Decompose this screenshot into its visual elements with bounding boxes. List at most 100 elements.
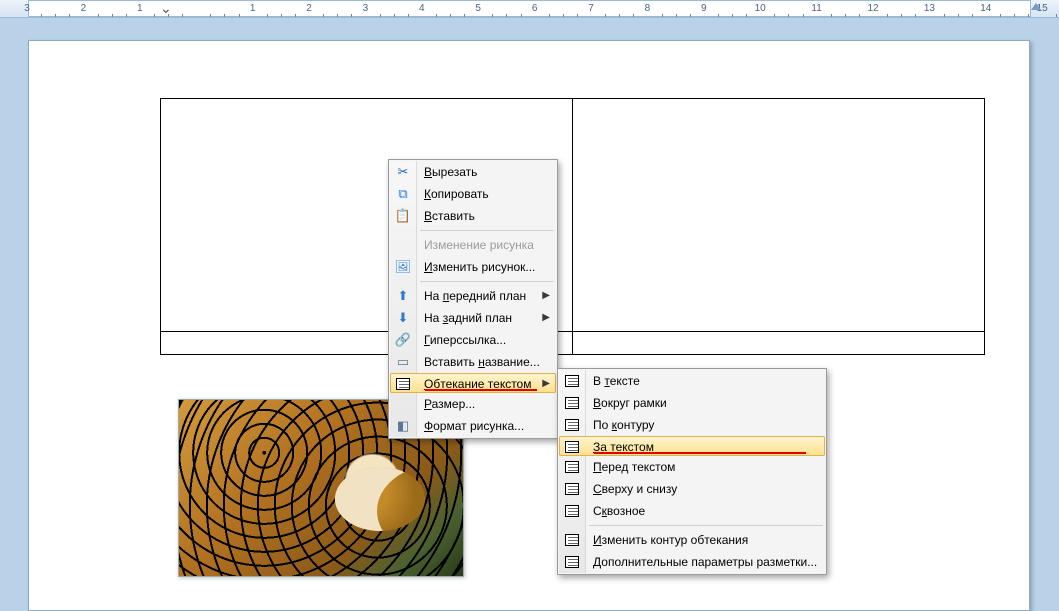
ruler-number: 7 bbox=[584, 3, 598, 14]
text-wrap-icon bbox=[563, 502, 581, 520]
menu-icon-empty bbox=[394, 236, 412, 254]
paste-icon: 📋 bbox=[394, 207, 412, 225]
menu-item-label: Вокруг рамки bbox=[593, 396, 667, 410]
ruler-number: 2 bbox=[76, 3, 90, 14]
context-menu-item[interactable]: 🖼 Изменить рисунок... bbox=[390, 256, 556, 278]
text-wrap-icon bbox=[563, 480, 581, 498]
table-row[interactable] bbox=[161, 99, 985, 332]
menu-item-label: Гиперссылка... bbox=[424, 333, 506, 347]
menu-icon-empty bbox=[394, 395, 412, 413]
wrap-item[interactable]: Изменить контур обтекания bbox=[559, 529, 825, 551]
change-picture-icon: 🖼 bbox=[394, 258, 412, 276]
annotation-red-underline bbox=[594, 452, 806, 454]
table-cell[interactable] bbox=[573, 332, 985, 355]
ruler-number: 2 bbox=[302, 3, 316, 14]
context-menu-item[interactable]: ◧ Формат рисунка... bbox=[390, 415, 556, 437]
table-cell[interactable] bbox=[573, 99, 985, 332]
wrap-item[interactable]: Вокруг рамки bbox=[559, 392, 825, 414]
ruler-number: 13 bbox=[922, 3, 936, 14]
text-wrap-icon bbox=[563, 394, 581, 412]
context-menu-item[interactable]: ▭ Вставить название... bbox=[390, 351, 556, 373]
menu-item-label: Изменение рисунка bbox=[424, 238, 534, 252]
text-wrap-icon bbox=[563, 438, 581, 456]
horizontal-ruler: 3211234567891011121314151617 ⌄ bbox=[0, 0, 1059, 18]
ruler-number: 12 bbox=[866, 3, 880, 14]
ruler-number: 1 bbox=[133, 3, 147, 14]
menu-list: В тексте Вокруг рамки По контуру За текстом… bbox=[559, 370, 825, 573]
ruler-number: 9 bbox=[697, 3, 711, 14]
menu-item-label: Вставить название... bbox=[424, 355, 540, 369]
workspace: 3211234567891011121314151617 ⌄ ✂Вырезать… bbox=[0, 0, 1059, 611]
menu-item-label: Перед текстом bbox=[593, 460, 675, 474]
text-wrap-icon bbox=[394, 375, 412, 393]
menu-item-label: Вырезать bbox=[424, 165, 477, 179]
ruler-number: 11 bbox=[810, 3, 824, 14]
wrap-item[interactable]: За текстом bbox=[559, 436, 825, 456]
picture-context-menu: ✂ Вырезать ⧉ Копировать 📋 Вставить Изменение р… bbox=[388, 159, 558, 439]
context-menu-item[interactable]: ⬆ На передний план ▶ bbox=[390, 285, 556, 307]
ruler-number: 3 bbox=[20, 3, 34, 14]
wrap-item[interactable]: В тексте bbox=[559, 370, 825, 392]
context-menu-item[interactable]: ⧉ Копировать bbox=[390, 183, 556, 205]
ruler-number: 1 bbox=[246, 3, 260, 14]
ruler-number: 14 bbox=[979, 3, 993, 14]
menu-item-label: По контуру bbox=[593, 418, 654, 432]
context-menu-item[interactable]: ⬇ На задний план ▶ bbox=[390, 307, 556, 329]
menu-item-label: Копировать bbox=[424, 187, 489, 201]
menu-item-label: На передний план bbox=[424, 289, 526, 303]
context-menu-item[interactable]: 📋 Вставить bbox=[390, 205, 556, 227]
wrap-item[interactable]: Сверху и снизу bbox=[559, 478, 825, 500]
copy-icon: ⧉ bbox=[394, 185, 412, 203]
wrap-item[interactable]: Дополнительные параметры разметки... bbox=[559, 551, 825, 573]
submenu-arrow-icon: ▶ bbox=[542, 307, 550, 329]
wrap-item[interactable]: Сквозное bbox=[559, 500, 825, 522]
text-wrap-icon bbox=[563, 458, 581, 476]
send-to-back-icon: ⬇ bbox=[394, 309, 412, 327]
ruler-indent-marker[interactable]: ⌄ bbox=[160, 0, 172, 17]
menu-item-label: Вставить bbox=[424, 209, 475, 223]
context-menu-item[interactable]: Размер... bbox=[390, 393, 556, 415]
menu-item-label: Сквозное bbox=[593, 504, 645, 518]
menu-separator bbox=[589, 525, 823, 526]
submenu-arrow-icon: ▶ bbox=[542, 374, 550, 394]
menu-item-label: Формат рисунка... bbox=[424, 419, 524, 433]
context-menu-item[interactable]: Обтекание текстом▶ bbox=[390, 373, 556, 393]
hyperlink-icon: 🔗 bbox=[394, 331, 412, 349]
text-wrap-icon bbox=[563, 553, 581, 571]
menu-separator bbox=[420, 281, 554, 282]
document-table[interactable] bbox=[160, 98, 985, 355]
menu-list: ✂ Вырезать ⧉ Копировать 📋 Вставить Изменение р… bbox=[390, 161, 556, 437]
ruler-number: 8 bbox=[640, 3, 654, 14]
cut-icon: ✂ bbox=[394, 163, 412, 181]
menu-item-label: Изменить контур обтекания bbox=[593, 533, 748, 547]
ruler-track: 3211234567891011121314151617 bbox=[28, 0, 1031, 17]
menu-item-label: Дополнительные параметры разметки... bbox=[593, 555, 817, 569]
ruler-number: 3 bbox=[358, 3, 372, 14]
ruler-number: 10 bbox=[753, 3, 767, 14]
menu-separator bbox=[420, 230, 554, 231]
text-wrapping-submenu: В тексте Вокруг рамки По контуру За текстом… bbox=[557, 368, 827, 575]
context-menu-item[interactable]: ✂ Вырезать bbox=[390, 161, 556, 183]
text-wrap-icon bbox=[563, 416, 581, 434]
insert-caption-icon: ▭ bbox=[394, 353, 412, 371]
text-wrap-icon bbox=[563, 372, 581, 390]
menu-item-label: На задний план bbox=[424, 311, 512, 325]
context-menu-item[interactable]: 🔗 Гиперссылка... bbox=[390, 329, 556, 351]
text-wrap-icon bbox=[563, 531, 581, 549]
submenu-arrow-icon: ▶ bbox=[542, 285, 550, 307]
context-menu-item: Изменение рисунка bbox=[390, 234, 556, 256]
table-row[interactable] bbox=[161, 332, 985, 355]
ruler-number: 5 bbox=[471, 3, 485, 14]
annotation-red-underline bbox=[425, 389, 537, 391]
ruler-number: 4 bbox=[415, 3, 429, 14]
ruler-number: 6 bbox=[528, 3, 542, 14]
wrap-item[interactable]: По контуру bbox=[559, 414, 825, 436]
format-picture-icon: ◧ bbox=[394, 417, 412, 435]
menu-item-label: Размер... bbox=[424, 397, 475, 411]
wrap-item[interactable]: Перед текстом bbox=[559, 456, 825, 478]
ruler-right-indent[interactable] bbox=[1031, 3, 1041, 10]
bring-to-front-icon: ⬆ bbox=[394, 287, 412, 305]
menu-item-label: Изменить рисунок... bbox=[424, 260, 535, 274]
menu-item-label: В тексте bbox=[593, 374, 640, 388]
menu-item-label: Сверху и снизу bbox=[593, 482, 677, 496]
